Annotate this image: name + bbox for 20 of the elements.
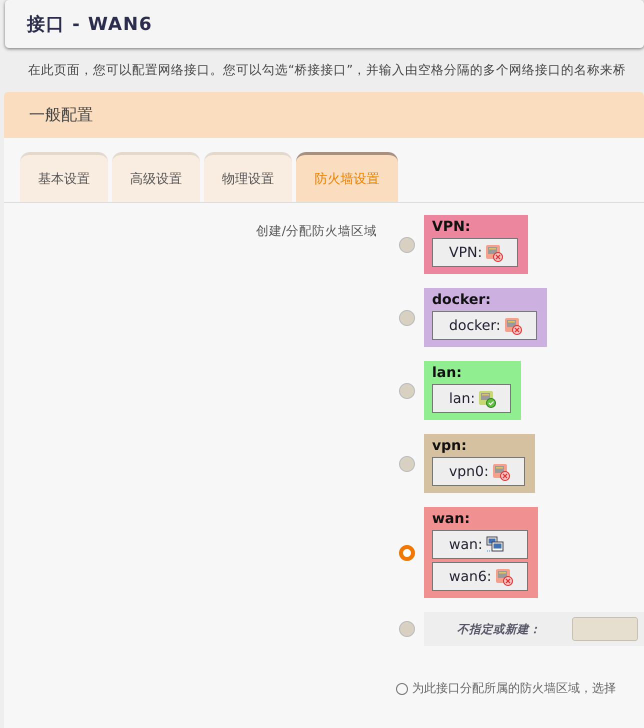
- help-text: 为此接口分配所属的防火墙区域，选择: [412, 680, 616, 697]
- section-title: 一般配置: [29, 104, 93, 126]
- interface-name: vpn0:: [449, 464, 489, 480]
- page-title: 接口 - WAN6: [27, 13, 153, 36]
- new-zone-label: 不指定或新建：: [457, 622, 542, 636]
- interface-name: lan:: [449, 390, 476, 406]
- zone-name: docker:: [432, 292, 492, 308]
- field-label: 创建/分配防火墙区域: [256, 223, 377, 238]
- interface-name: wan6:: [449, 568, 492, 584]
- tab[interactable]: 物理设置: [204, 152, 292, 202]
- zone-name: wan:: [432, 511, 471, 527]
- page-description: 在此页面，您可以配置网络接口。您可以勾选“桥接接口”，并输入由空格分隔的多个网络接口的名称来桥: [28, 62, 627, 79]
- tab[interactable]: 高级设置: [112, 152, 200, 202]
- zone-name: lan:: [432, 365, 463, 381]
- zone-name: vpn:: [432, 438, 468, 454]
- zone-name: VPN:: [432, 219, 472, 235]
- tab[interactable]: 基本设置: [20, 152, 108, 202]
- interface-name: wan:: [449, 536, 483, 552]
- interface-name: VPN:: [449, 244, 482, 260]
- interface-name: docker:: [449, 318, 501, 334]
